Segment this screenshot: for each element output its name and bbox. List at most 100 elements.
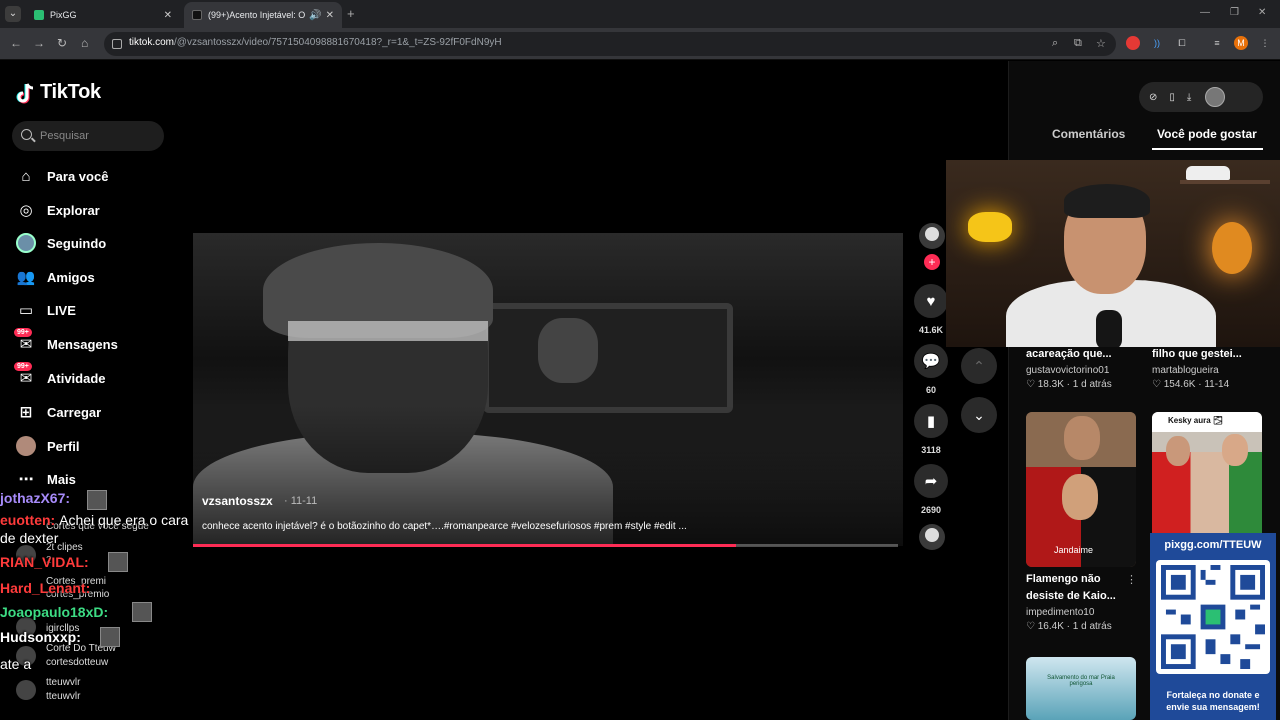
save-button[interactable]: ▮ <box>914 404 948 438</box>
share-arrow-icon: ➦ <box>924 473 938 490</box>
coins-icon[interactable]: ⊘ <box>1149 92 1157 103</box>
back-icon[interactable]: ← <box>10 36 22 50</box>
tiktok-logo[interactable]: TikTok <box>16 81 101 104</box>
card-stats: ♡ 16.4K · 1 d atrás <box>1026 621 1112 632</box>
sidebar-item-atividade[interactable]: ✉ 99+ Atividade <box>14 362 166 390</box>
tab-comments[interactable]: Comentários <box>1052 127 1125 141</box>
tiktok-favicon-icon <box>192 10 202 20</box>
audio-playing-icon[interactable]: 🔊 <box>309 10 321 21</box>
comment-icon: 💬 <box>921 353 941 370</box>
browser-tab-tiktok[interactable]: (99+)Acento Injetável: O Bo 🔊 ✕ <box>184 2 342 28</box>
tab-title: (99+)Acento Injetável: O Bo <box>208 10 306 20</box>
thumb-caption: Kesky aura 🌫 <box>1168 416 1224 425</box>
account-avatar[interactable] <box>16 680 36 700</box>
card-thumbnail: Jandaime <box>1026 412 1136 567</box>
pixgg-favicon-icon <box>34 10 44 20</box>
qr-code <box>1156 560 1270 674</box>
chat-username: jothazX67: <box>0 490 71 506</box>
previous-video-button[interactable]: ⌃ <box>961 348 997 384</box>
sidebar-item-label: Para você <box>47 168 109 184</box>
close-window-icon[interactable]: ✕ <box>1258 7 1266 18</box>
new-tab-button[interactable]: + <box>347 6 355 21</box>
video-caption[interactable]: conhece acento injetável? é o botãozinho… <box>202 521 742 532</box>
browser-menu-icon[interactable]: ⋮ <box>1258 36 1272 50</box>
live-icon: ▭ <box>18 302 34 319</box>
friends-icon: 👥 <box>16 269 36 286</box>
recommended-video-card[interactable]: acareação que... gustavovictorino01 ♡ 18… <box>1026 346 1138 390</box>
extension-audio-icon[interactable]: )) <box>1150 36 1164 50</box>
bookmark-star-icon[interactable]: ☆ <box>1096 37 1106 50</box>
video-author[interactable]: vzsantosszx <box>202 494 273 508</box>
download-icon[interactable]: ⤓ <box>1187 92 1191 103</box>
search-input[interactable] <box>40 127 160 145</box>
media-controls-icon[interactable]: ≡ <box>1210 36 1224 50</box>
sidebar-item-para-voce[interactable]: ⌂ Para você <box>16 164 166 188</box>
save-count: 3118 <box>921 445 941 455</box>
minimize-icon[interactable]: — <box>1200 7 1210 18</box>
extension-red-icon[interactable] <box>1126 36 1140 50</box>
restore-icon[interactable]: ❐ <box>1230 7 1239 18</box>
browser-tab-pixgg[interactable]: PixGG ✕ <box>26 2 180 28</box>
user-avatar[interactable] <box>1205 87 1226 107</box>
tab-search-button[interactable]: ⌄ <box>5 6 21 22</box>
sidebar-item-label: Amigos <box>47 269 95 285</box>
sidebar-item-mensagens[interactable]: ✉ 99+ Mensagens <box>14 328 166 356</box>
card-user[interactable]: gustavovictorino01 <box>1026 365 1138 376</box>
card-title: acareação que... <box>1026 348 1112 360</box>
chat-line: ate a <box>0 656 32 672</box>
chat-username: Hudsonxxp: <box>0 629 81 645</box>
card-user[interactable]: impedimento10 <box>1026 607 1138 618</box>
account-name[interactable]: tteuwvlr <box>46 677 80 688</box>
tiktok-note-icon <box>16 82 34 103</box>
chat-username: Joaopaulo18xD: <box>0 604 109 620</box>
tab-you-may-like[interactable]: Você pode gostar <box>1157 127 1257 141</box>
unread-badge: 99+ <box>14 328 32 337</box>
sidebar-item-carregar[interactable]: ⊞ Carregar <box>16 400 166 424</box>
recommended-video-card[interactable]: Salvamento do mar Praia perigosa <box>1026 657 1138 720</box>
following-avatar-icon <box>16 233 36 253</box>
card-user[interactable]: martablogueira <box>1152 365 1264 376</box>
sidebar-item-live[interactable]: ▭ LIVE <box>16 298 166 322</box>
follow-plus-icon[interactable]: + <box>924 254 940 270</box>
next-video-button[interactable]: ⌄ <box>961 397 997 433</box>
close-tab-icon[interactable]: ✕ <box>326 10 334 21</box>
card-more-options-icon[interactable]: ⋮ <box>1126 573 1137 586</box>
sound-disc-icon[interactable] <box>919 524 945 550</box>
qr-code-graphic <box>1161 565 1265 669</box>
video-progress-bar[interactable] <box>193 544 898 547</box>
creator-avatar[interactable] <box>919 223 945 249</box>
extensions-puzzle-icon[interactable]: ⧠ <box>1175 36 1189 50</box>
sidebar-item-amigos[interactable]: 👥 Amigos <box>16 265 166 289</box>
bookmark-icon: ▮ <box>926 413 936 430</box>
chevron-down-icon: ⌄ <box>973 406 985 423</box>
microphone <box>1096 310 1122 347</box>
comment-count: 60 <box>925 385 936 395</box>
install-app-icon[interactable]: ⧉ <box>1074 37 1082 50</box>
sidebar-item-seguindo[interactable]: Seguindo <box>16 231 166 255</box>
chat-username: RIAN_VIDAL: <box>0 554 89 570</box>
like-button[interactable]: ♥ <box>914 284 948 318</box>
forward-icon[interactable]: → <box>33 36 45 50</box>
address-bar[interactable]: tiktok.com/@vzsantosszx/video/7571504098… <box>104 32 1116 56</box>
recommended-video-card[interactable]: filho que gestei... martablogueira ♡ 154… <box>1152 346 1264 390</box>
recommended-video-card[interactable]: Jandaime Flamengo não desiste de Kaio...… <box>1026 412 1138 632</box>
share-button[interactable]: ➦ <box>914 464 948 498</box>
site-info-icon[interactable] <box>112 39 122 49</box>
sidebar-item-explorar[interactable]: ◎ Explorar <box>16 198 166 222</box>
sidebar-item-mais[interactable]: ⋯ Mais <box>16 467 166 491</box>
close-tab-icon[interactable]: ✕ <box>164 10 172 21</box>
zoom-icon[interactable]: ⌕ <box>1052 37 1058 50</box>
account-handle: cortesdotteuw <box>46 657 109 668</box>
profile-avatar[interactable]: M <box>1234 36 1248 50</box>
sidebar-item-label: Seguindo <box>47 235 107 251</box>
search-box[interactable] <box>12 121 164 151</box>
video-date: · 11-11 <box>284 495 318 507</box>
card-thumbnail: Salvamento do mar Praia perigosa <box>1026 657 1136 720</box>
device-icon[interactable]: ▯ <box>1169 92 1175 103</box>
compass-icon: ◎ <box>19 202 33 219</box>
reload-icon[interactable]: ↻ <box>57 36 67 50</box>
profile-avatar-icon <box>16 436 36 456</box>
sidebar-item-perfil[interactable]: Perfil <box>16 434 166 458</box>
home-icon[interactable]: ⌂ <box>81 36 88 50</box>
comment-button[interactable]: 💬 <box>914 344 948 378</box>
